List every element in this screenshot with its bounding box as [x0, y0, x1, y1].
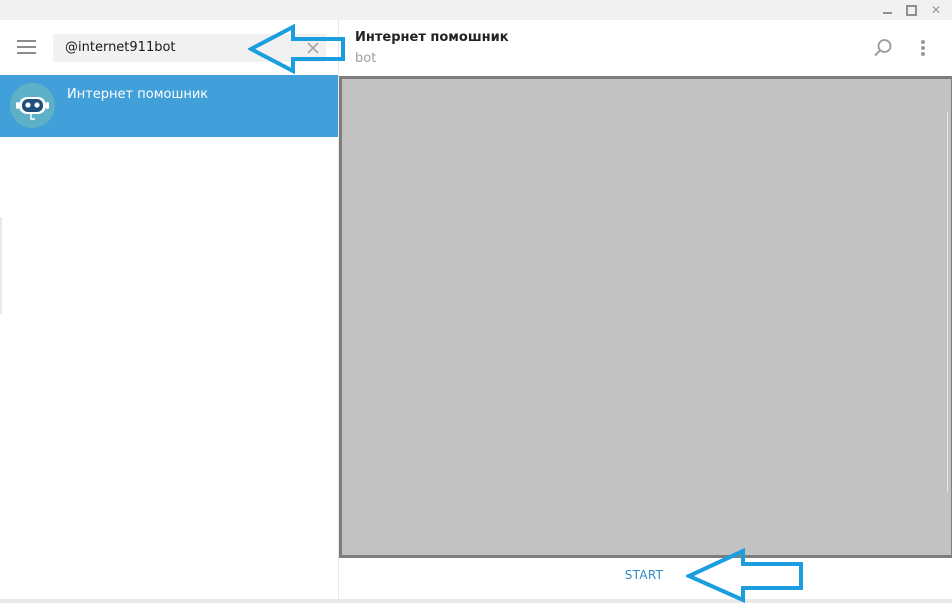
composer-bar: START	[339, 558, 952, 598]
chat-header: Интернет помошник bot	[339, 20, 952, 75]
annotation-arrow-start	[686, 548, 803, 603]
annotation-arrow-search	[248, 24, 345, 74]
start-button[interactable]: START	[609, 568, 679, 588]
telegram-window: ✕ @internet911bot Интернет помошник Инте…	[0, 0, 952, 603]
search-result-item[interactable]: Интернет помошник	[0, 75, 338, 137]
maximize-icon	[905, 4, 917, 16]
scrollbar-track	[947, 112, 952, 492]
minimize-icon	[882, 11, 892, 14]
peer-status: bot	[355, 51, 377, 66]
maximize-button[interactable]	[902, 2, 920, 18]
more-vertical-icon[interactable]	[919, 38, 927, 58]
robot-avatar-icon	[10, 83, 55, 128]
chat-panel: Интернет помошник bot START	[339, 20, 952, 600]
peer-name[interactable]: Интернет помошник	[355, 30, 509, 45]
window-bottom-border	[0, 599, 952, 603]
hamburger-menu-icon[interactable]	[17, 40, 36, 54]
title-bar: ✕	[0, 0, 952, 20]
close-icon: ✕	[930, 3, 942, 17]
search-result-name: Интернет помошник	[67, 87, 209, 102]
search-icon[interactable]	[872, 37, 894, 59]
search-input-value[interactable]: @internet911bot	[65, 40, 176, 55]
divider	[0, 217, 2, 314]
close-window-button[interactable]: ✕	[927, 2, 945, 18]
minimize-button[interactable]	[878, 2, 896, 18]
sidebar: @internet911bot Интернет помошник	[0, 20, 339, 600]
chat-history-area	[339, 76, 952, 558]
